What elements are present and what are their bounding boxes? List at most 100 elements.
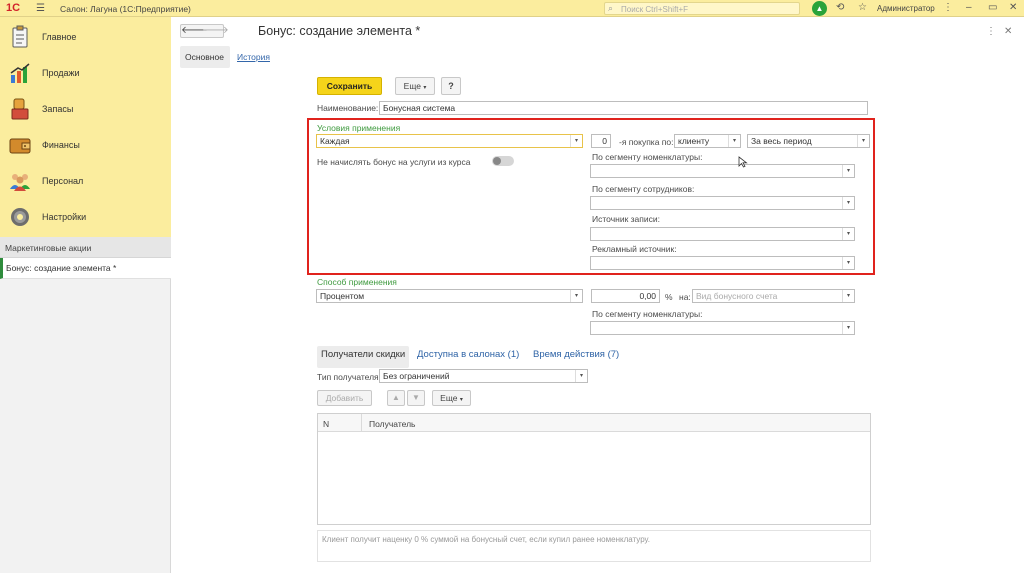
chevron-down-icon[interactable]: ▾ [857,135,869,147]
name-field[interactable]: Бонусная система [379,101,868,115]
clipboard-icon [12,25,28,48]
more-menu-icon[interactable]: ⋮ [943,2,953,13]
sidebar-item-settings[interactable]: Настройки [0,199,171,235]
forward-arrow-icon[interactable]: 🡒 [202,25,229,37]
back-arrow-icon[interactable]: 🡐 [181,25,208,37]
chevron-down-icon[interactable]: ▾ [575,370,587,382]
purchase-number-field[interactable]: 0 [591,134,611,148]
column-header-n[interactable]: N [323,419,329,429]
sidebar-item-main[interactable]: Главное [0,19,171,55]
method-segment-label: По сегменту номенклатуры: [592,309,703,319]
sidebar-item-label: Главное [42,32,77,42]
record-source-label: Источник записи: [592,214,660,224]
search-input[interactable]: ⌕ Поиск Ctrl+Shift+F [604,2,800,15]
tab-salons[interactable]: Доступна в салонах (1) [417,349,519,360]
summary-note: Клиент получит наценку 0 % суммой на бон… [317,530,871,562]
tab-time[interactable]: Время действия (7) [533,349,619,360]
stock-icon [11,98,29,120]
more-button-label: Еще [403,81,421,91]
sidebar-item-sales[interactable]: Продажи [0,55,171,91]
sidebar-item-stock[interactable]: Запасы [0,91,171,127]
open-window-item[interactable]: Бонус: создание элемента * [0,258,171,279]
sidebar-item-label: Запасы [42,104,74,114]
history-icon[interactable]: ⟲ [836,2,844,13]
percent-field[interactable]: 0,00 [591,289,660,303]
purchase-label: -я покупка по: [619,137,674,147]
chevron-down-icon[interactable]: ▾ [842,322,854,334]
record-source-field[interactable]: ▾⧉ [590,227,855,241]
staff-segment-label: По сегменту сотрудников: [592,184,695,194]
recipients-more-button[interactable]: Еще ▾ [432,390,471,406]
gear-icon [11,208,29,226]
chevron-down-icon[interactable]: ▾ [728,135,740,147]
tab-recipients[interactable]: Получатели скидки [317,346,409,368]
sidebar-item-staff[interactable]: Персонал [0,163,171,199]
top-bar: 1С ☰ Салон: Лагуна (1С:Предприятие) ⌕ По… [0,0,1024,17]
section-panel: Главное Продажи Запасы Финансы Персонал … [0,17,171,237]
tab-main[interactable]: Основное [180,46,230,68]
minimize-icon[interactable]: – [966,2,972,13]
ad-source-field[interactable]: ▾⧉ [590,256,855,270]
restore-icon[interactable]: ▭ [988,2,997,13]
save-button[interactable]: Сохранить [317,77,382,95]
sidebar-section-label[interactable]: Маркетинговые акции [0,237,171,258]
window-close-icon[interactable]: ✕ [1004,26,1012,37]
chevron-down-icon[interactable]: ▾ [842,165,854,177]
toggle-knob [493,157,501,165]
toggle-label: Не начислять бонус на услуги из курса [317,157,471,167]
segment-field[interactable]: ▾⧉ [590,164,855,178]
notification-icon[interactable]: ▲ [812,1,827,16]
recipients-table[interactable]: N Получатель [317,413,871,525]
move-down-icon[interactable]: ▼ [407,390,425,406]
percent-unit: % [665,292,673,302]
search-placeholder: Поиск Ctrl+Shift+F [621,5,689,14]
no-bonus-toggle[interactable] [492,156,514,166]
bookmark-star-icon[interactable]: ☆ [858,2,867,13]
sidebar-item-label: Настройки [42,212,87,222]
user-name[interactable]: Администратор [877,4,935,13]
menu-icon[interactable]: ☰ [36,3,45,14]
method-segment-field[interactable]: ▾⧉ [590,321,855,335]
help-button[interactable]: ? [441,77,461,95]
chevron-down-icon[interactable]: ▾ [842,197,854,209]
chevron-down-icon[interactable]: ▾ [842,290,854,302]
chevron-down-icon[interactable]: ▾ [842,228,854,240]
chevron-down-icon: ▾ [423,85,427,91]
conditions-group-label: Условия применения [317,123,401,133]
close-icon[interactable]: ✕ [1009,2,1017,13]
chevron-down-icon: ▾ [459,397,463,403]
method-type-select[interactable]: Процентом ▾ [316,289,583,303]
column-divider [361,414,362,432]
chevron-down-icon[interactable]: ▾ [570,135,582,147]
sidebar-item-label: Финансы [42,140,80,150]
sidebar-item-label: Персонал [42,176,84,186]
app-logo: 1С [6,2,21,14]
chevron-down-icon[interactable]: ▾ [842,257,854,269]
window-more-icon[interactable]: ⋮ [986,26,996,37]
table-header: N Получатель [318,414,870,432]
recipient-type-label: Тип получателя: [317,372,382,382]
move-up-icon[interactable]: ▲ [387,390,405,406]
add-button[interactable]: Добавить [317,390,372,406]
mouse-cursor-icon [738,156,748,168]
bonus-account-field[interactable]: Вид бонусного счета▾⧉ [692,289,855,303]
sidebar-item-label: Продажи [42,68,80,78]
column-header-recipient[interactable]: Получатель [369,419,415,429]
ad-source-label: Рекламный источник: [592,244,677,254]
purchase-by-value: клиенту [678,136,710,146]
tab-history[interactable]: История [237,52,270,62]
sales-chart-icon [10,63,30,83]
condition-type-select[interactable]: Каждая ▾ [316,134,583,148]
recipient-type-value: Без ограничений [383,371,450,381]
purchase-by-select[interactable]: клиенту ▾ [674,134,741,148]
staff-segment-field[interactable]: ▾⧉ [590,196,855,210]
period-select[interactable]: За весь период ▾ [747,134,870,148]
wallet-icon [9,138,31,154]
bonus-account-placeholder: Вид бонусного счета [696,291,778,301]
recipient-type-select[interactable]: Без ограничений ▾ [379,369,588,383]
more-button[interactable]: Еще ▾ [395,77,435,95]
people-icon [10,174,30,191]
chevron-down-icon[interactable]: ▾ [570,290,582,302]
sidebar-item-finance[interactable]: Финансы [0,127,171,163]
app-title: Салон: Лагуна (1С:Предприятие) [60,4,191,14]
